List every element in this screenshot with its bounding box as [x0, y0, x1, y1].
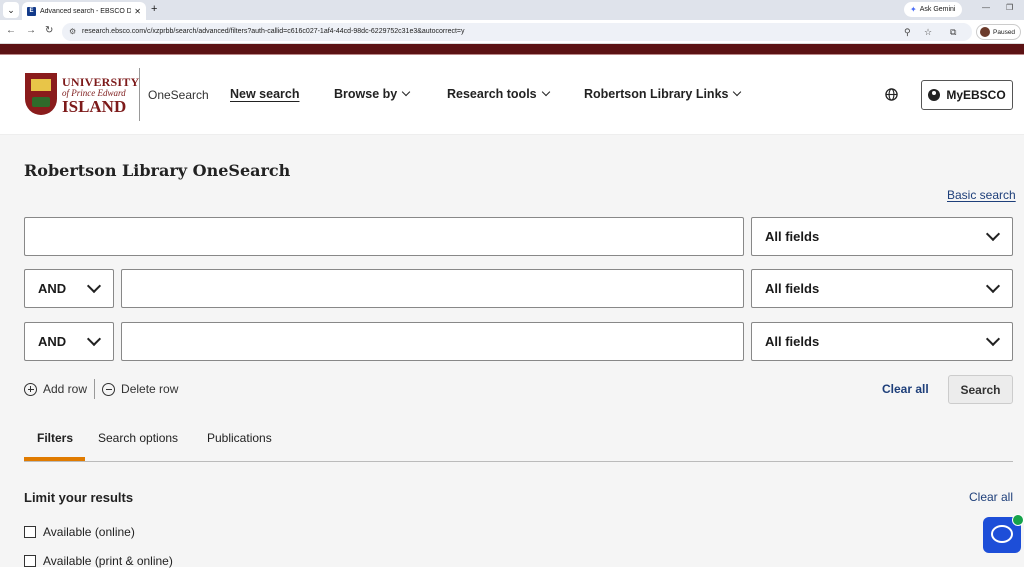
restore-icon[interactable]: ❐: [1006, 3, 1013, 12]
field-select-3[interactable]: All fields: [751, 322, 1013, 361]
limit-clear-all-link[interactable]: Clear all: [969, 490, 1013, 504]
back-icon[interactable]: ←: [6, 25, 16, 36]
checkbox[interactable]: [24, 555, 36, 567]
upei-logo[interactable]: UNIVERSITY of Prince Edward ISLAND: [25, 73, 139, 117]
tab-title: Advanced search - EBSCO Disc: [40, 7, 132, 15]
page-title: Robertson Library OneSearch: [24, 161, 291, 180]
operator-label: AND: [38, 281, 67, 296]
bookmark-star-icon[interactable]: ☆: [924, 23, 932, 41]
plus-circle-icon: [24, 382, 37, 396]
add-row-label: Add row: [43, 382, 88, 396]
ask-gemini-button[interactable]: ✦ Ask Gemini: [904, 2, 962, 17]
profile-status: Paused: [993, 28, 1016, 36]
field-select-label: All fields: [765, 229, 820, 244]
nav-robertson-library-links[interactable]: Robertson Library Links: [584, 87, 742, 101]
operator-select-3[interactable]: AND: [24, 322, 114, 361]
myebsco-label: MyEBSCO: [946, 88, 1006, 102]
nav-browse-by[interactable]: Browse by: [334, 87, 411, 101]
field-select-1[interactable]: All fields: [751, 217, 1013, 256]
logo-line-3: ISLAND: [62, 97, 127, 116]
myebsco-button[interactable]: MyEBSCO: [921, 80, 1013, 110]
limit-results-heading: Limit your results: [24, 490, 134, 505]
search-term-input-3[interactable]: [121, 322, 744, 361]
checkbox-label: Available (print & online): [43, 554, 173, 568]
chevron-down-icon: [86, 278, 102, 294]
close-tab-icon[interactable]: ✕: [134, 7, 141, 16]
nav-new-search[interactable]: New search: [230, 87, 299, 101]
reload-icon[interactable]: ↻: [45, 25, 53, 36]
product-name: OneSearch: [148, 88, 209, 102]
search-term-input-2[interactable]: [121, 269, 744, 308]
header-divider: [139, 68, 140, 121]
field-select-2[interactable]: All fields: [751, 269, 1013, 308]
action-divider: [94, 379, 96, 399]
advanced-search-panel: Robertson Library OneSearch Basic search…: [0, 135, 1024, 568]
chevron-down-icon: [541, 87, 550, 97]
zoom-icon[interactable]: ⚲: [904, 23, 911, 41]
site-header: UNIVERSITY of Prince Edward ISLAND OneSe…: [0, 55, 1024, 135]
avatar: [980, 27, 990, 37]
gemini-sparkle-icon: ✦: [910, 5, 917, 14]
extensions-icon[interactable]: ⧉: [950, 23, 956, 41]
ebsco-favicon-icon: E: [27, 6, 36, 16]
nav-label: Browse by: [334, 87, 398, 101]
online-status-badge: [1012, 514, 1024, 526]
chat-bubble-icon: [991, 525, 1013, 543]
checkbox[interactable]: [24, 526, 36, 538]
language-globe-icon[interactable]: [885, 88, 898, 101]
chevron-down-icon: [985, 331, 1001, 347]
chevron-down-icon: [86, 331, 102, 347]
chat-widget-button[interactable]: [983, 514, 1024, 553]
minus-circle-icon: [102, 382, 116, 396]
brand-stripe: [0, 44, 1024, 54]
operator-label: AND: [38, 334, 67, 349]
tab-search-icon[interactable]: ⌄: [3, 2, 19, 18]
nav-label: Robertson Library Links: [584, 87, 729, 101]
basic-search-link[interactable]: Basic search: [947, 188, 1016, 202]
browser-tab[interactable]: E Advanced search - EBSCO Disc ✕: [22, 2, 146, 20]
user-icon: [928, 89, 941, 101]
chevron-down-icon: [985, 278, 1001, 294]
clear-all-button[interactable]: Clear all: [882, 382, 929, 396]
delete-row-button[interactable]: Delete row: [102, 382, 178, 396]
minimize-icon[interactable]: —: [982, 3, 990, 12]
add-row-button[interactable]: Add row: [24, 382, 87, 396]
search-button[interactable]: Search: [948, 375, 1013, 404]
site-info-icon[interactable]: ⚙: [69, 23, 76, 41]
limit-available-online-checkbox[interactable]: Available (online): [24, 525, 135, 539]
profile-button[interactable]: Paused: [976, 24, 1022, 40]
tab-filters[interactable]: Filters: [37, 431, 73, 445]
field-select-label: All fields: [765, 281, 820, 296]
row-actions: Add row Delete row: [24, 379, 178, 399]
filter-tabs: Filters Search options Publications: [24, 425, 1013, 462]
search-term-input-1[interactable]: [24, 217, 744, 256]
tab-search-options[interactable]: Search options: [98, 431, 178, 445]
url-text: research.ebsco.com/c/xzprbb/search/advan…: [82, 28, 465, 35]
nav-research-tools[interactable]: Research tools: [447, 87, 550, 101]
active-tab-indicator: [24, 457, 85, 461]
upei-crest-icon: [25, 73, 57, 115]
operator-select-2[interactable]: AND: [24, 269, 114, 308]
tab-publications[interactable]: Publications: [207, 431, 272, 445]
checkbox-label: Available (online): [43, 525, 135, 539]
nav-label: Research tools: [447, 87, 537, 101]
field-select-label: All fields: [765, 334, 820, 349]
chevron-down-icon: [401, 87, 411, 97]
delete-row-label: Delete row: [121, 382, 179, 396]
chevron-down-icon: [985, 226, 1001, 242]
address-toolbar: ← → ↻ ⚙ research.ebsco.com/c/xzprbb/sear…: [0, 20, 1024, 44]
gemini-label: Ask Gemini: [919, 6, 956, 13]
nav-label: New search: [230, 87, 300, 101]
new-tab-icon[interactable]: +: [151, 3, 157, 15]
forward-icon[interactable]: →: [26, 25, 36, 36]
browser-tab-strip: ⌄ E Advanced search - EBSCO Disc ✕ + ✦ A…: [0, 0, 1024, 20]
url-field[interactable]: ⚙ research.ebsco.com/c/xzprbb/search/adv…: [62, 23, 972, 41]
limit-available-print-online-checkbox[interactable]: Available (print & online): [24, 554, 173, 568]
chevron-down-icon: [733, 87, 742, 97]
